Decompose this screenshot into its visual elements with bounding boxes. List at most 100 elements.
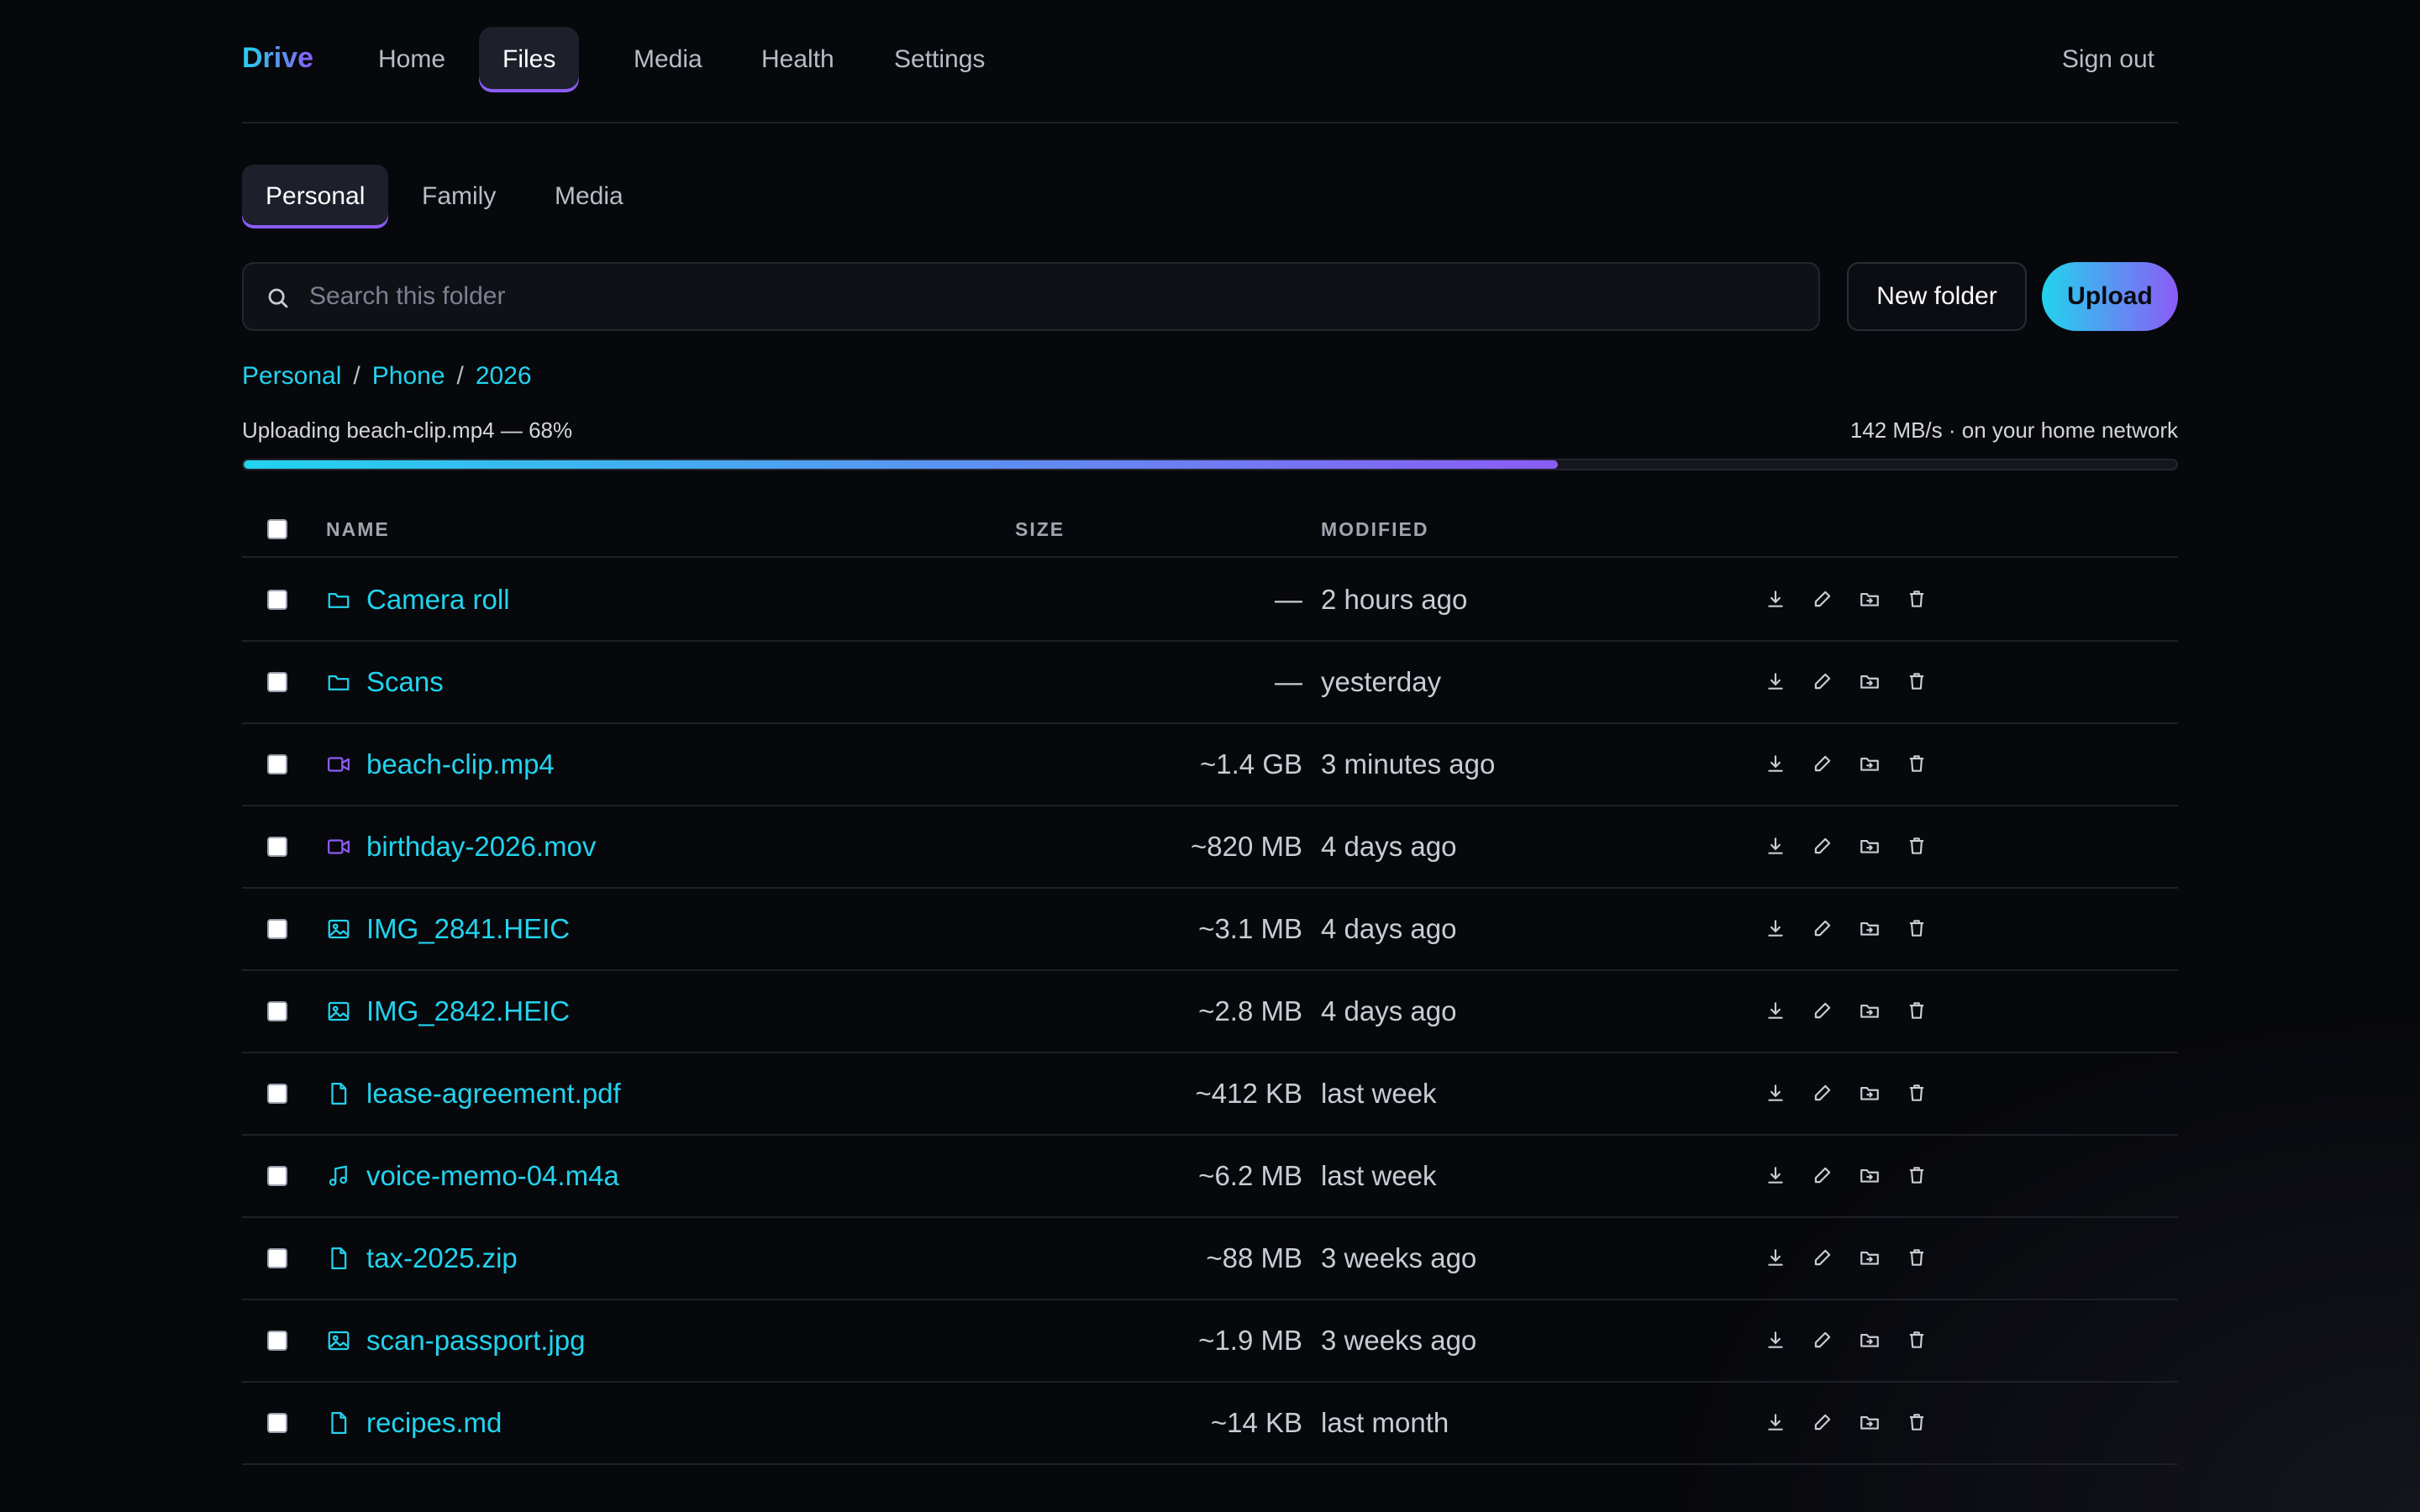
rename-icon[interactable] (1812, 1411, 1833, 1433)
download-icon[interactable] (1765, 1164, 1786, 1186)
download-icon[interactable] (1765, 1411, 1786, 1433)
move-icon[interactable] (1859, 670, 1881, 692)
trash-icon[interactable] (1906, 1247, 1928, 1268)
rename-icon[interactable] (1812, 670, 1833, 692)
file-name-link[interactable]: lease-agreement.pdf (366, 1053, 621, 1134)
download-icon[interactable] (1765, 1329, 1786, 1351)
trash-icon[interactable] (1906, 753, 1928, 774)
table-row[interactable]: voice-memo-04.m4a ~6.2 MB last week (242, 1136, 2178, 1218)
move-icon[interactable] (1859, 1411, 1881, 1433)
table-row[interactable]: beach-clip.mp4 ~1.4 GB 3 minutes ago (242, 724, 2178, 806)
row-checkbox[interactable] (267, 919, 287, 939)
rename-icon[interactable] (1812, 835, 1833, 857)
download-icon[interactable] (1765, 1082, 1786, 1104)
breadcrumb-personal[interactable]: Personal (242, 362, 341, 390)
move-icon[interactable] (1859, 753, 1881, 774)
nav-link-home[interactable]: Home (355, 27, 469, 92)
table-row[interactable]: birthday-2026.mov ~820 MB 4 days ago (242, 806, 2178, 889)
column-header-size[interactable]: SIZE (1015, 504, 1065, 554)
file-name-link[interactable]: Scans (366, 642, 444, 722)
trash-icon[interactable] (1906, 1329, 1928, 1351)
trash-icon[interactable] (1906, 588, 1928, 610)
download-icon[interactable] (1765, 917, 1786, 939)
rename-icon[interactable] (1812, 1247, 1833, 1268)
file-name-link[interactable]: IMG_2842.HEIC (366, 971, 570, 1052)
rename-icon[interactable] (1812, 1000, 1833, 1021)
nav-link-settings[interactable]: Settings (871, 27, 1008, 92)
table-row[interactable]: Camera roll — 2 hours ago (242, 559, 2178, 642)
nav-link-health[interactable]: Health (738, 27, 858, 92)
file-name-link[interactable]: beach-clip.mp4 (366, 724, 555, 805)
trash-icon[interactable] (1906, 1082, 1928, 1104)
download-icon[interactable] (1765, 1000, 1786, 1021)
document-icon (326, 1246, 351, 1271)
table-row[interactable]: recipes.md ~14 KB last month (242, 1383, 2178, 1465)
file-name-link[interactable]: scan-passport.jpg (366, 1300, 585, 1381)
rename-icon[interactable] (1812, 753, 1833, 774)
download-icon[interactable] (1765, 835, 1786, 857)
upload-button[interactable]: Upload (2042, 262, 2178, 331)
logo[interactable]: Drive (242, 42, 313, 75)
tab-media[interactable]: Media (531, 165, 647, 228)
file-name-link[interactable]: voice-memo-04.m4a (366, 1136, 619, 1216)
row-checkbox[interactable] (267, 1331, 287, 1351)
trash-icon[interactable] (1906, 1000, 1928, 1021)
top-nav: Drive Home Files Media Health Settings S… (242, 27, 2178, 94)
nav-link-media[interactable]: Media (610, 27, 726, 92)
file-name-link[interactable]: tax-2025.zip (366, 1218, 518, 1299)
row-checkbox[interactable] (267, 754, 287, 774)
breadcrumb-phone[interactable]: Phone (372, 362, 445, 390)
tab-family[interactable]: Family (398, 165, 519, 228)
trash-icon[interactable] (1906, 835, 1928, 857)
search-input[interactable] (309, 264, 1805, 329)
file-size: ~6.2 MB (1198, 1160, 1302, 1191)
move-icon[interactable] (1859, 1247, 1881, 1268)
table-row[interactable]: IMG_2842.HEIC ~2.8 MB 4 days ago (242, 971, 2178, 1053)
file-name-link[interactable]: birthday-2026.mov (366, 806, 596, 887)
download-icon[interactable] (1765, 753, 1786, 774)
move-icon[interactable] (1859, 1329, 1881, 1351)
row-checkbox[interactable] (267, 1248, 287, 1268)
row-checkbox[interactable] (267, 1001, 287, 1021)
table-row[interactable]: lease-agreement.pdf ~412 KB last week (242, 1053, 2178, 1136)
nav-link-files[interactable]: Files (479, 27, 580, 92)
column-header-name[interactable]: NAME (326, 504, 390, 554)
rename-icon[interactable] (1812, 1164, 1833, 1186)
file-name-link[interactable]: recipes.md (366, 1383, 502, 1463)
trash-icon[interactable] (1906, 670, 1928, 692)
rename-icon[interactable] (1812, 1329, 1833, 1351)
rename-icon[interactable] (1812, 1082, 1833, 1104)
table-row[interactable]: IMG_2841.HEIC ~3.1 MB 4 days ago (242, 889, 2178, 971)
download-icon[interactable] (1765, 670, 1786, 692)
rename-icon[interactable] (1812, 588, 1833, 610)
trash-icon[interactable] (1906, 1164, 1928, 1186)
move-icon[interactable] (1859, 1164, 1881, 1186)
file-name-link[interactable]: Camera roll (366, 559, 510, 640)
row-checkbox[interactable] (267, 1166, 287, 1186)
column-header-modified[interactable]: MODIFIED (1321, 504, 1428, 554)
row-checkbox[interactable] (267, 1413, 287, 1433)
trash-icon[interactable] (1906, 1411, 1928, 1433)
move-icon[interactable] (1859, 835, 1881, 857)
table-row[interactable]: Scans — yesterday (242, 642, 2178, 724)
download-icon[interactable] (1765, 588, 1786, 610)
new-folder-button[interactable]: New folder (1847, 262, 2027, 331)
move-icon[interactable] (1859, 588, 1881, 610)
select-all-checkbox[interactable] (267, 519, 287, 539)
breadcrumb-2026[interactable]: 2026 (476, 362, 532, 390)
row-checkbox[interactable] (267, 672, 287, 692)
table-row[interactable]: scan-passport.jpg ~1.9 MB 3 weeks ago (242, 1300, 2178, 1383)
move-icon[interactable] (1859, 1000, 1881, 1021)
download-icon[interactable] (1765, 1247, 1786, 1268)
table-row[interactable]: tax-2025.zip ~88 MB 3 weeks ago (242, 1218, 2178, 1300)
row-checkbox[interactable] (267, 837, 287, 857)
move-icon[interactable] (1859, 917, 1881, 939)
rename-icon[interactable] (1812, 917, 1833, 939)
row-checkbox[interactable] (267, 1084, 287, 1104)
sign-out-link[interactable]: Sign out (2062, 27, 2154, 92)
file-name-link[interactable]: IMG_2841.HEIC (366, 889, 570, 969)
trash-icon[interactable] (1906, 917, 1928, 939)
row-checkbox[interactable] (267, 590, 287, 610)
tab-personal[interactable]: Personal (242, 165, 389, 228)
move-icon[interactable] (1859, 1082, 1881, 1104)
